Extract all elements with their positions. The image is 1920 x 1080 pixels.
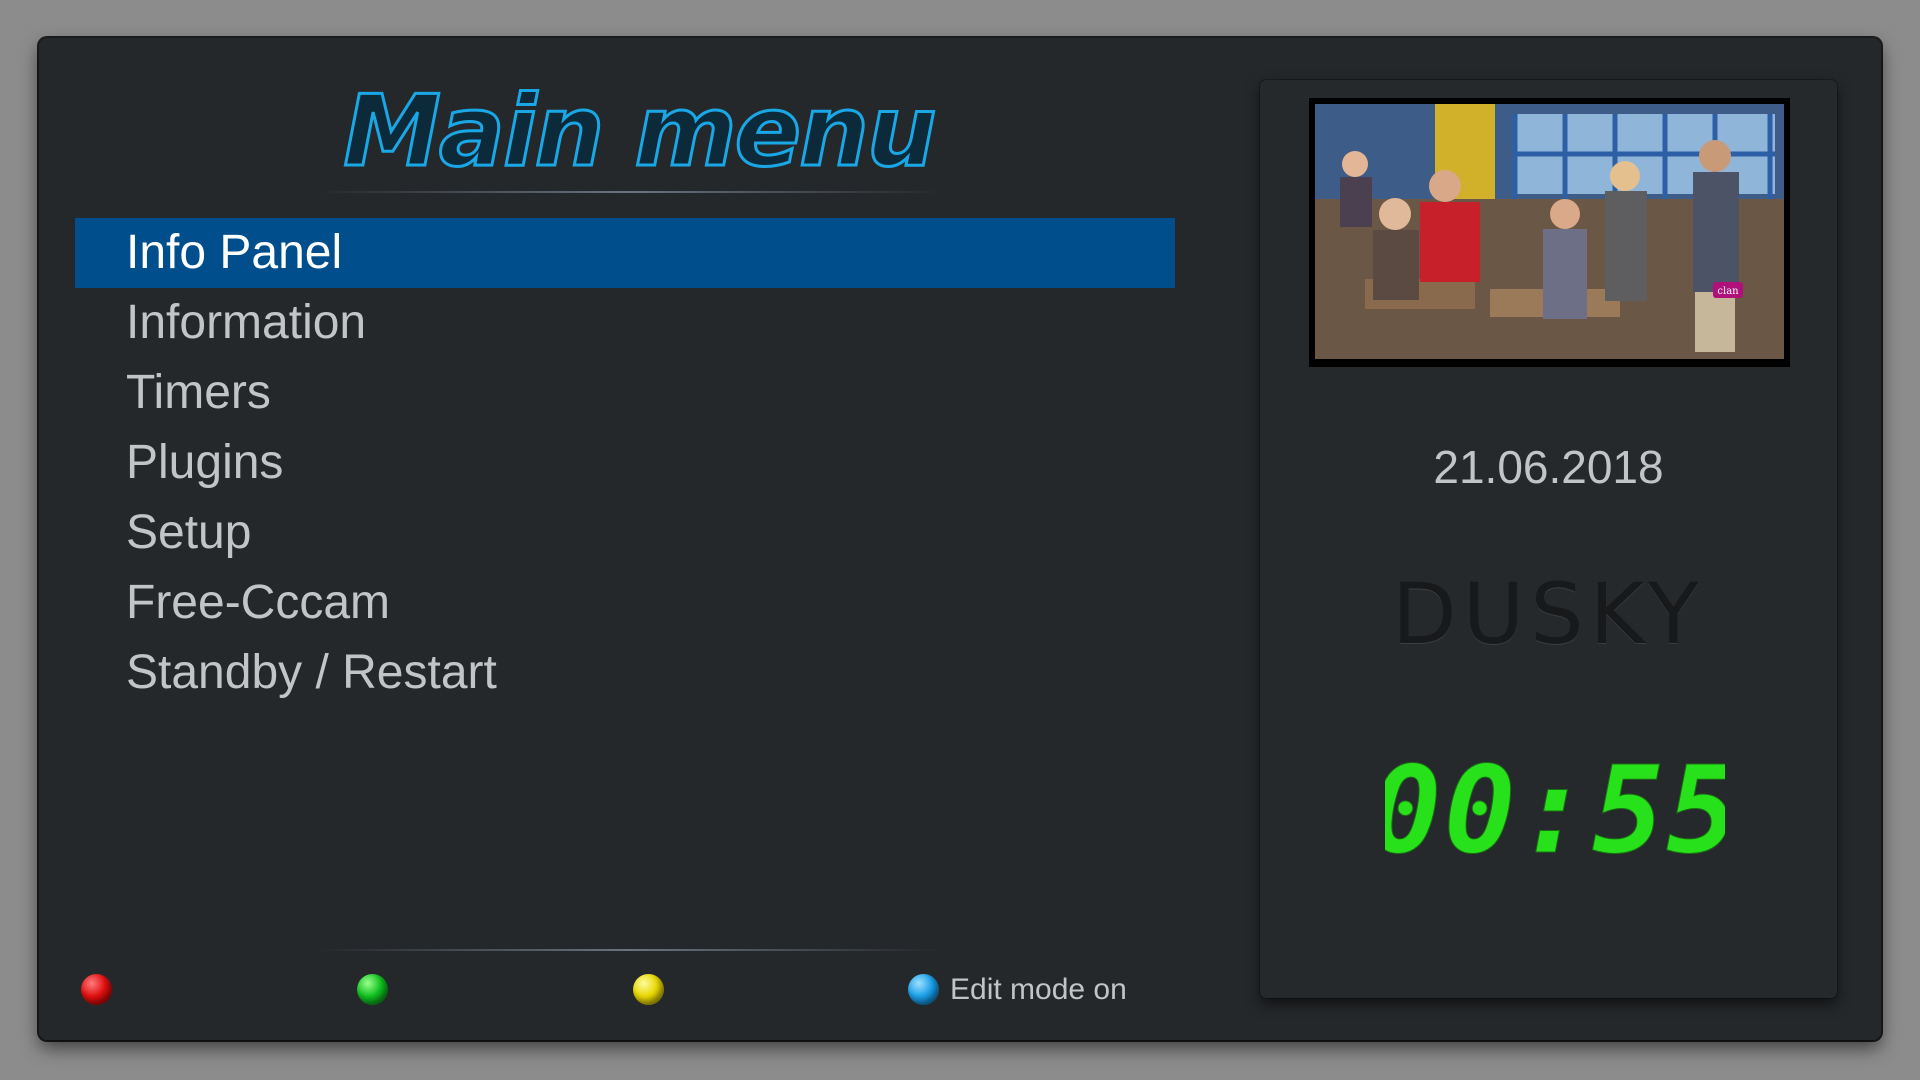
- tv-preview-image: clan: [1315, 104, 1784, 359]
- menu-item-timers[interactable]: Timers: [75, 358, 1175, 428]
- tv-preview: clan: [1309, 98, 1790, 367]
- page-title: Main menu: [342, 74, 938, 184]
- menu-item-label: Timers: [126, 366, 271, 419]
- menu-item-information[interactable]: Information: [75, 288, 1175, 358]
- menu-item-standby-restart[interactable]: Standby / Restart: [75, 638, 1175, 708]
- channel-logo-text: clan: [1717, 286, 1739, 297]
- date-display: 21.06.2018: [1433, 441, 1664, 493]
- side-panel: clan 21.06.2018 DUSKY 00:55: [1260, 80, 1837, 998]
- menu-item-label: Info Panel: [126, 226, 343, 279]
- title-area: Main menu: [319, 73, 959, 203]
- menu-item-label: Standby / Restart: [126, 646, 497, 699]
- menu-item-label: Free-Cccam: [126, 576, 391, 629]
- menu-item-free-cccam[interactable]: Free-Cccam: [75, 568, 1175, 638]
- title-divider: [319, 191, 939, 193]
- red-button-icon[interactable]: [81, 974, 112, 1005]
- lcd-clock: 00:55: [1385, 748, 1725, 863]
- menu-list: Info Panel Information Timers Plugins Se…: [75, 218, 1175, 708]
- menu-item-label: Information: [126, 296, 367, 349]
- brand-logo: DUSKY: [1392, 565, 1705, 663]
- bottom-divider: [319, 949, 939, 951]
- menu-item-info-panel[interactable]: Info Panel: [75, 218, 1175, 288]
- menu-item-setup[interactable]: Setup: [75, 498, 1175, 568]
- menu-item-plugins[interactable]: Plugins: [75, 428, 1175, 498]
- clock-text: 00:55: [1385, 748, 1725, 863]
- yellow-button-icon[interactable]: [633, 974, 664, 1005]
- menu-item-label: Setup: [126, 506, 252, 559]
- green-button-icon[interactable]: [357, 974, 388, 1005]
- blue-button-icon[interactable]: [908, 974, 939, 1005]
- edit-mode-label: Edit mode on: [950, 973, 1127, 1006]
- menu-item-label: Plugins: [126, 436, 284, 489]
- page-title-text: Main menu: [343, 75, 934, 183]
- main-menu-window: Main menu Info Panel Information Timers …: [39, 38, 1881, 1040]
